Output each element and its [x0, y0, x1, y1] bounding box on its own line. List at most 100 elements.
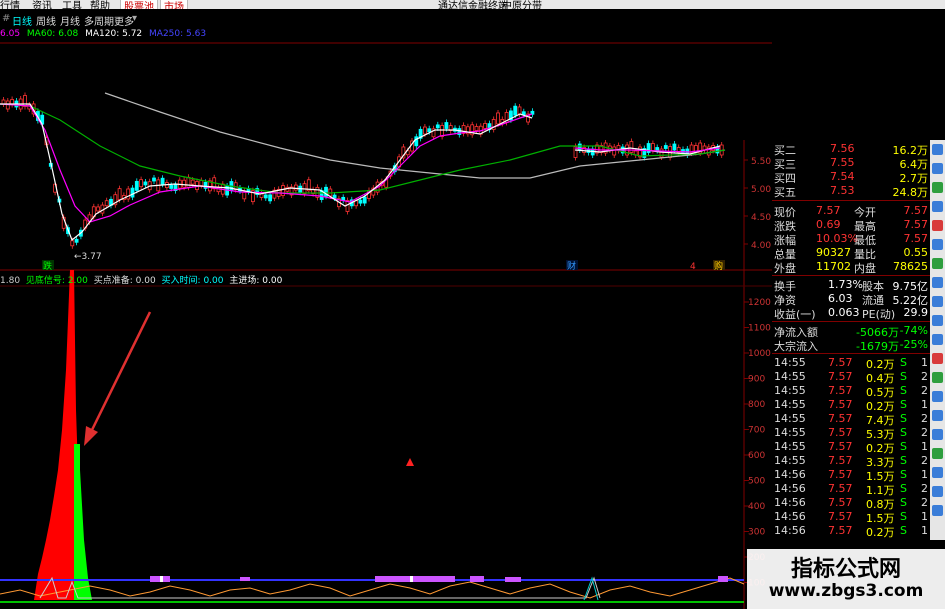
tick-side: S — [900, 356, 907, 369]
tick-time: 14:55 — [774, 356, 806, 369]
tick-count: 1 — [921, 440, 928, 453]
marker-label: 财 — [567, 260, 576, 272]
candle-body — [517, 106, 522, 115]
chart-icon[interactable] — [932, 353, 943, 364]
tick-price: 7.57 — [828, 496, 853, 509]
candle-body — [70, 240, 75, 247]
order-book-label: 买五 — [774, 186, 796, 199]
chart-icon[interactable] — [932, 163, 943, 174]
tick-price: 7.57 — [828, 482, 853, 495]
ma-line-ma60 — [0, 103, 726, 194]
stats-value: 90327 — [816, 246, 851, 259]
flow-value: -1679万 — [856, 340, 899, 353]
candle-body — [186, 176, 191, 188]
tick-time: 14:55 — [774, 370, 806, 383]
rsi-icon[interactable] — [932, 334, 943, 345]
indicator-axis: 120011001000900800700600500400300200100 — [744, 298, 771, 589]
tick-side: S — [900, 454, 907, 467]
stats-row: 涨幅 10.03% 最低 7.57 — [772, 232, 930, 247]
indicator-tick-label: 300 — [748, 528, 765, 538]
chart-icon[interactable] — [932, 448, 943, 459]
price-tick-label: 4.50 — [751, 213, 771, 223]
tick-side: S — [900, 524, 907, 537]
tick-time: 14:56 — [774, 510, 806, 523]
marker-label: 跌 — [43, 261, 52, 272]
candle-body — [169, 185, 174, 189]
chart-icon[interactable] — [932, 315, 943, 326]
candle-body — [293, 184, 298, 191]
stats-value: 78625 — [893, 260, 928, 273]
chart-icon[interactable] — [932, 201, 943, 212]
chart-icon[interactable] — [932, 258, 943, 269]
candle-body — [263, 194, 268, 199]
candle-body — [134, 180, 139, 191]
chart-icon[interactable] — [932, 277, 943, 288]
chart-icon[interactable] — [932, 505, 943, 516]
marker-label: 4 — [690, 262, 696, 272]
candle-body — [513, 105, 518, 116]
candle-body — [483, 123, 488, 129]
annotation-arrow — [88, 311, 152, 435]
candle-body — [668, 146, 672, 158]
stats-row: 涨跌 0.69 最高 7.57 — [772, 218, 930, 233]
tick-row: 14:55 7.57 0.2万 S 1 — [772, 356, 930, 371]
indicator-legend-item: 见底信号: 2.00 — [25, 276, 88, 286]
chart-icon[interactable] — [932, 410, 943, 421]
tick-row: 14:55 7.57 0.2万 S 1 — [772, 398, 930, 413]
indicator-legend-item: 买入时间: 0.00 — [161, 276, 224, 286]
tick-count: 1 — [921, 468, 928, 481]
tick-row: 14:55 7.57 7.4万 S 2 — [772, 412, 930, 427]
candle-body — [655, 147, 660, 151]
marker-label: 购 — [714, 260, 723, 272]
order-book-price: 7.53 — [830, 184, 855, 197]
order-book-price: 7.54 — [830, 170, 855, 183]
candle-body — [268, 194, 273, 202]
chart-icon[interactable] — [932, 429, 943, 440]
price-tick-label: 5.50 — [751, 157, 771, 167]
price-tick-label: 4.00 — [751, 241, 771, 251]
chart-icon[interactable] — [932, 182, 943, 193]
order-book-row: 买四 7.54 2.7万 — [772, 170, 930, 185]
chart-icon[interactable] — [932, 486, 943, 497]
indicator-tick-label: 1100 — [748, 324, 771, 334]
stats-row: 现价 7.57 今开 7.57 — [772, 204, 930, 219]
stats-label: 内盘 — [854, 262, 876, 275]
candle-body — [152, 177, 156, 182]
chart-icon[interactable] — [932, 296, 943, 307]
chart-icon[interactable] — [932, 144, 943, 155]
candle-body — [139, 179, 144, 188]
candle-body — [358, 199, 363, 204]
tick-price: 7.57 — [828, 398, 853, 411]
tick-side: S — [900, 398, 907, 411]
chart-icon[interactable] — [932, 220, 943, 231]
candle-body — [496, 112, 500, 125]
divider — [772, 200, 930, 201]
candle-body — [362, 196, 367, 204]
tick-count: 1 — [921, 356, 928, 369]
tick-side: S — [900, 440, 907, 453]
candle-body — [612, 146, 617, 156]
tick-count: 1 — [921, 398, 928, 411]
chart-icon[interactable] — [932, 467, 943, 478]
chart-icon[interactable] — [932, 391, 943, 402]
tick-count: 1 — [921, 510, 928, 523]
arrow-head-icon — [84, 426, 98, 446]
indicator-tick-label: 700 — [748, 426, 765, 436]
indicator-tick-label: 600 — [748, 451, 765, 461]
candle-body — [104, 200, 109, 207]
candle-body — [199, 180, 204, 186]
chart-icon[interactable] — [932, 372, 943, 383]
candle-body — [663, 145, 668, 149]
tick-time: 14:55 — [774, 426, 806, 439]
tick-price: 7.57 — [828, 468, 853, 481]
stats-row: 外盘 11702 内盘 78625 — [772, 260, 930, 275]
candle-body — [629, 141, 634, 153]
tick-side: S — [900, 510, 907, 523]
chart-icon[interactable] — [932, 239, 943, 250]
tick-count: 2 — [921, 482, 928, 495]
tick-time: 14:55 — [774, 412, 806, 425]
tick-time: 14:55 — [774, 398, 806, 411]
tick-side: S — [900, 468, 907, 481]
indicator-tick-label: 1000 — [748, 349, 771, 359]
signal-cluster — [718, 576, 728, 582]
